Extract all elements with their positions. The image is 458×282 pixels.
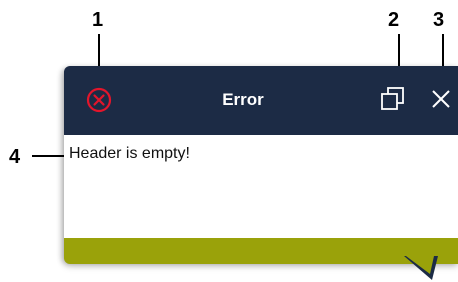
bubble-tail-shape [404, 256, 438, 280]
callout-number-1: 1 [92, 9, 104, 31]
dialog-content: Header is empty! [64, 135, 458, 238]
callout-number-3: 3 [433, 9, 445, 31]
screenshot-canvas: 1 2 3 4 Error Header is empty! [0, 0, 458, 282]
error-dialog: Error Header is empty! [64, 66, 458, 264]
callout-number-4: 4 [9, 146, 21, 168]
error-message: Header is empty! [69, 145, 190, 162]
close-icon[interactable] [429, 87, 453, 111]
dialog-title: Error [222, 90, 264, 109]
dialog-accent-bar [64, 238, 458, 264]
dialog-titlebar: Error [64, 66, 458, 135]
copy-icon[interactable] [378, 84, 408, 114]
callout-number-2: 2 [388, 9, 400, 31]
callout-line-4 [32, 155, 66, 157]
